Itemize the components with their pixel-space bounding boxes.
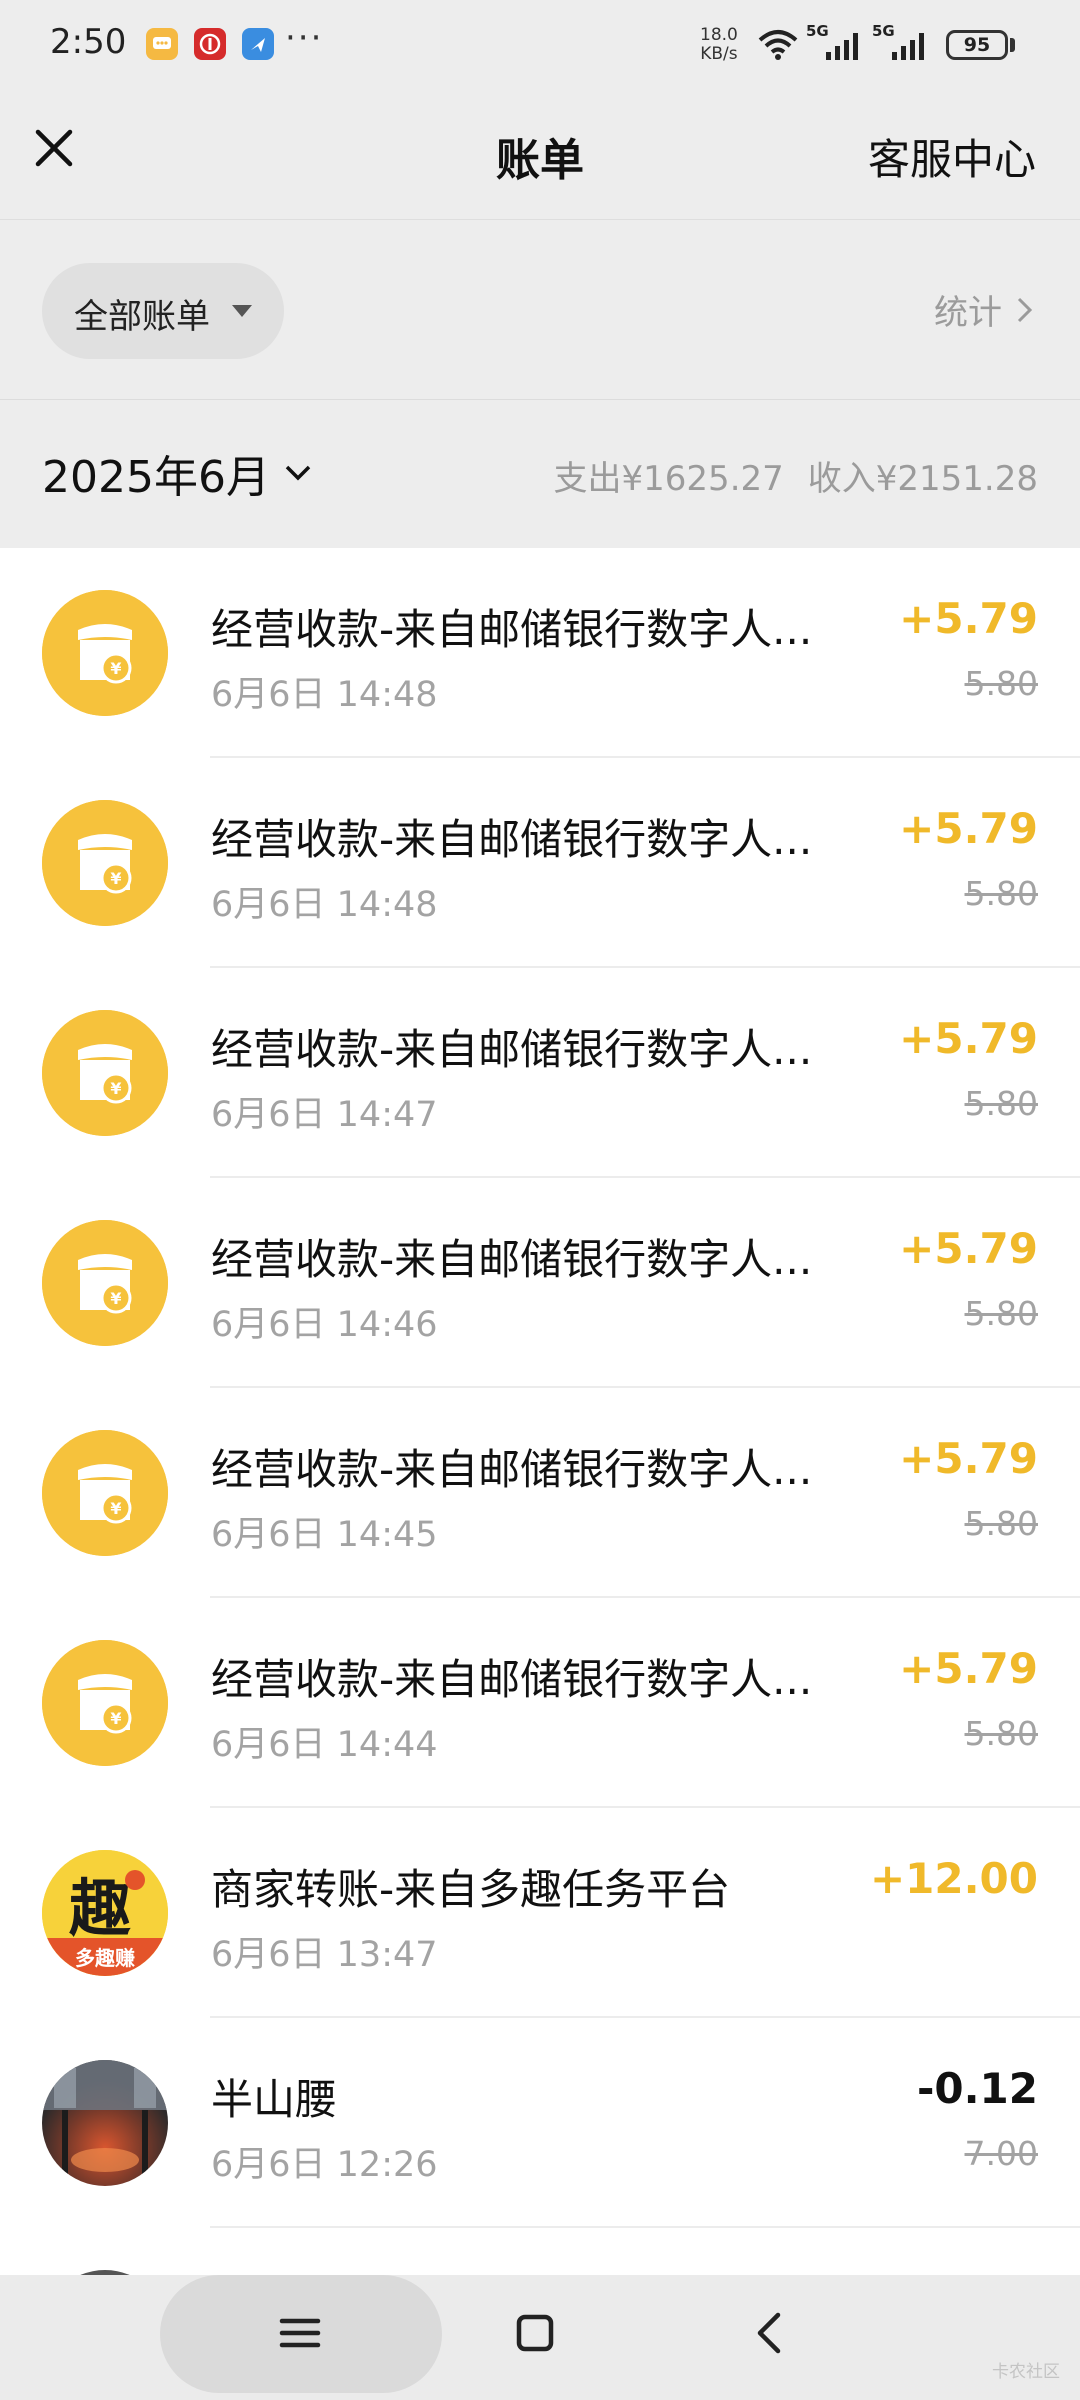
- shop-yuan-icon: ¥: [42, 1010, 168, 1136]
- transaction-row[interactable]: ¥ 经营收款-来自邮储银行数字人... 6月6日 14:48 +5.79 5.8…: [0, 758, 1080, 968]
- transaction-title: 经营收款-来自邮储银行数字人...: [211, 1025, 813, 1074]
- shop-yuan-icon: ¥: [42, 590, 168, 716]
- transaction-row[interactable]: 半山腰 6月6日 12:26 -0.12 7.00: [0, 2018, 1080, 2228]
- transaction-original-amount: 7.00: [964, 2134, 1038, 2173]
- cellular-signal-1-icon: [826, 33, 858, 60]
- bill-type-filter-button[interactable]: 全部账单: [42, 263, 284, 359]
- transaction-row[interactable]: ¥ 经营收款-来自邮储银行数字人... 6月6日 14:48 +5.79 5.8…: [0, 548, 1080, 758]
- svg-text:¥: ¥: [110, 869, 121, 888]
- battery-tip: [1010, 38, 1015, 52]
- transaction-time: 6月6日 14:48: [211, 885, 438, 925]
- transaction-row[interactable]: ¥ 经营收款-来自邮储银行数字人... 6月6日 14:44 +5.79 5.8…: [0, 1598, 1080, 1808]
- svg-text:¥: ¥: [110, 659, 121, 678]
- transaction-row[interactable]: ¥ 经营收款-来自邮储银行数字人... 6月6日 14:46 +5.79 5.8…: [0, 1178, 1080, 1388]
- caret-down-icon: [232, 305, 252, 317]
- transaction-title: 商家转账-来自多趣任务平台: [211, 1865, 731, 1914]
- month-summary-bar: 2025年6月 支出¥1625.27 收入¥2151.28: [0, 401, 1080, 547]
- transaction-amount: -0.12: [916, 2064, 1038, 2113]
- transaction-title: 经营收款-来自邮储银行数字人...: [211, 1235, 813, 1284]
- transaction-original-amount: 5.80: [964, 664, 1038, 703]
- statistics-link[interactable]: 统计: [934, 285, 1034, 334]
- back-icon[interactable]: [740, 2303, 800, 2363]
- home-square-icon[interactable]: [505, 2303, 565, 2363]
- svg-text:¥: ¥: [110, 1709, 121, 1728]
- system-navigation-bar: 卡农社区: [0, 2275, 1080, 2400]
- bank-app-notification-icon: [194, 28, 226, 60]
- duoqu-logo-char: 趣: [69, 1872, 131, 1945]
- expense-total: 支出¥1625.27: [553, 459, 784, 499]
- status-time: 2:50: [50, 22, 127, 62]
- transaction-original-amount: 5.80: [964, 1294, 1038, 1333]
- svg-text:¥: ¥: [110, 1289, 121, 1308]
- transaction-amount: +5.79: [899, 1224, 1038, 1273]
- shop-yuan-icon: ¥: [42, 800, 168, 926]
- transaction-amount: +12.00: [869, 1854, 1038, 1903]
- bill-type-filter-label: 全部账单: [74, 297, 210, 337]
- transaction-list: ¥ 经营收款-来自邮储银行数字人... 6月6日 14:48 +5.79 5.8…: [0, 548, 1080, 2275]
- transaction-time: 6月6日 13:47: [211, 1935, 438, 1975]
- month-selector[interactable]: 2025年6月: [42, 441, 312, 505]
- menu-icon[interactable]: [270, 2303, 330, 2363]
- shop-yuan-icon: ¥: [42, 1430, 168, 1556]
- customer-service-link[interactable]: 客服中心: [868, 126, 1036, 187]
- transaction-amount: +5.79: [899, 594, 1038, 643]
- cellular-signal-2-icon: [892, 33, 924, 60]
- header-bar: 账单 客服中心: [0, 90, 1080, 220]
- transaction-title: 经营收款-来自邮储银行数字人...: [211, 1445, 813, 1494]
- transaction-amount: +5.79: [899, 804, 1038, 853]
- battery-icon: 95: [946, 30, 1008, 60]
- shop-yuan-icon: ¥: [42, 1640, 168, 1766]
- location-app-notification-icon: [242, 28, 274, 60]
- transaction-original-amount: 5.80: [964, 874, 1038, 913]
- svg-text:¥: ¥: [110, 1499, 121, 1518]
- transaction-amount: +5.79: [899, 1644, 1038, 1693]
- statistics-label: 统计: [934, 293, 1002, 333]
- svg-text:¥: ¥: [110, 1079, 121, 1098]
- duoqu-logo-icon: 趣 多趣赚: [42, 1850, 168, 1976]
- transaction-time: 6月6日 14:44: [211, 1725, 438, 1765]
- wifi-icon: [758, 30, 798, 60]
- chevron-down-icon: [285, 465, 311, 481]
- transaction-original-amount: 5.80: [964, 1504, 1038, 1543]
- transaction-title: 经营收款-来自邮储银行数字人...: [211, 815, 813, 864]
- transaction-row[interactable]: ¥ 经营收款-来自邮储银行数字人... 6月6日 14:45 +5.79 5.8…: [0, 1388, 1080, 1598]
- transaction-time: 6月6日 14:46: [211, 1305, 438, 1345]
- transaction-title: 经营收款-来自邮储银行数字人...: [211, 605, 813, 654]
- more-notifications-indicator: ···: [285, 18, 324, 58]
- user-photo-avatar: [42, 2060, 168, 2186]
- month-label: 2025年6月: [42, 452, 270, 503]
- month-summary: 支出¥1625.27 收入¥2151.28: [554, 451, 1038, 500]
- message-notification-icon: [146, 28, 178, 60]
- transaction-amount: +5.79: [899, 1014, 1038, 1063]
- income-total: 收入¥2151.28: [807, 459, 1038, 499]
- transaction-title: 经营收款-来自邮储银行数字人...: [211, 1655, 813, 1704]
- transaction-row-partial[interactable]: [0, 2228, 1080, 2275]
- transaction-time: 6月6日 14:48: [211, 675, 438, 715]
- shop-yuan-icon: ¥: [42, 1220, 168, 1346]
- transaction-time: 6月6日 12:26: [211, 2145, 438, 2185]
- network-speed: 18.0 KB/s: [700, 25, 738, 64]
- transaction-amount: +5.79: [899, 1434, 1038, 1483]
- chevron-right-icon: [1017, 297, 1033, 322]
- transaction-row[interactable]: ¥ 经营收款-来自邮储银行数字人... 6月6日 14:47 +5.79 5.8…: [0, 968, 1080, 1178]
- transaction-original-amount: 5.80: [964, 1084, 1038, 1123]
- transaction-time: 6月6日 14:47: [211, 1095, 438, 1135]
- transaction-row[interactable]: 趣 多趣赚 商家转账-来自多趣任务平台 6月6日 13:47 +12.00: [0, 1808, 1080, 2018]
- status-bar: 2:50 ··· 18.0 KB/s 5G 5G 95: [0, 0, 1080, 90]
- watermark: 卡农社区: [992, 2362, 1060, 2382]
- transaction-title: 半山腰: [211, 2075, 338, 2124]
- filter-bar: 全部账单 统计: [0, 221, 1080, 400]
- transaction-time: 6月6日 14:45: [211, 1515, 438, 1555]
- duoqu-logo-caption: 多趣赚: [75, 1946, 135, 1970]
- transaction-original-amount: 5.80: [964, 1714, 1038, 1753]
